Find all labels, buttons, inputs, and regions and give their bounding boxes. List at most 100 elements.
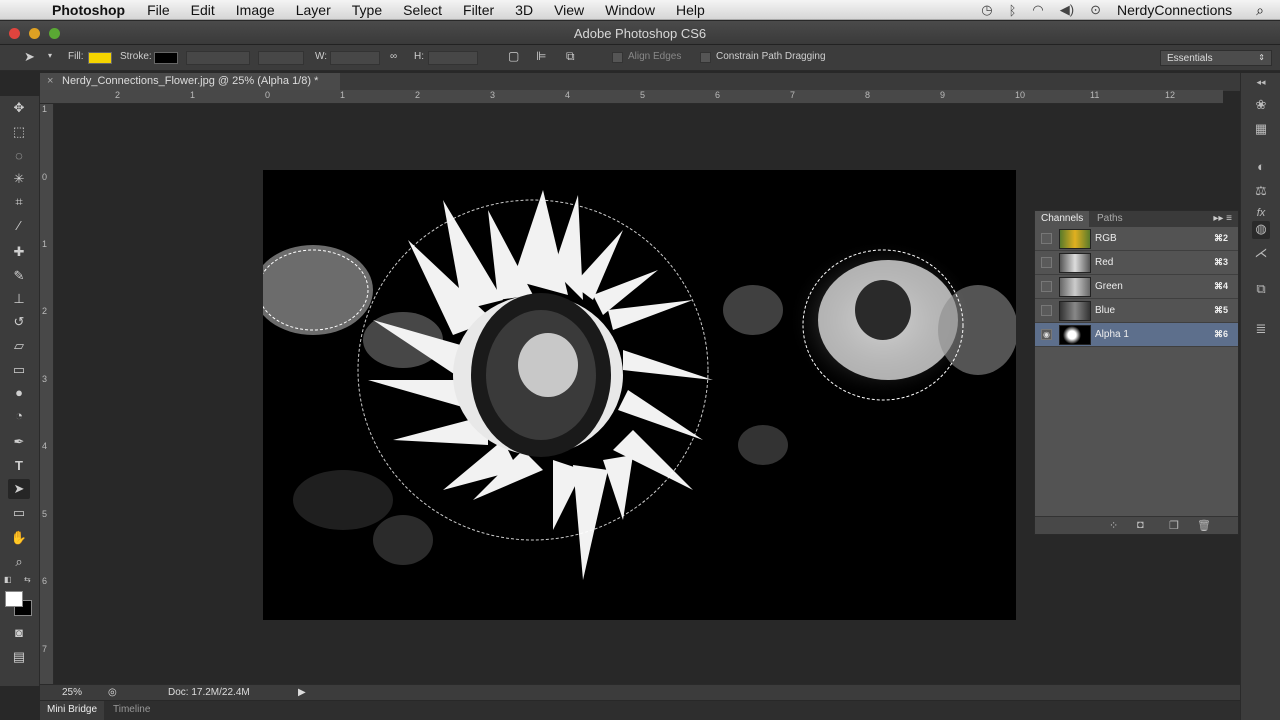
color-panel-icon[interactable]: ❀ [1252, 97, 1270, 115]
lasso-tool-icon[interactable]: ◌ [8, 146, 30, 166]
adjustments-panel-icon[interactable]: ◐ [1252, 159, 1270, 177]
rectangle-tool-icon[interactable]: ▭ [8, 503, 30, 523]
status-info-icon[interactable]: ◎ [108, 687, 117, 698]
app-menu[interactable]: Photoshop [52, 2, 125, 18]
time-machine-icon[interactable]: ◷ [981, 2, 992, 18]
menu-type[interactable]: Type [352, 2, 382, 18]
tab-paths[interactable]: Paths [1091, 211, 1129, 227]
width-field[interactable] [330, 51, 380, 65]
menu-window[interactable]: Window [605, 2, 655, 18]
visibility-toggle[interactable] [1041, 305, 1052, 316]
screen-mode-icon[interactable]: ▤ [8, 647, 30, 667]
stroke-swatch[interactable] [154, 52, 178, 64]
menu-image[interactable]: Image [236, 2, 275, 18]
volume-icon[interactable]: ◀) [1060, 2, 1074, 18]
eye-icon[interactable]: ◉ [1041, 329, 1052, 340]
swatches-panel-icon[interactable]: ▦ [1252, 121, 1270, 139]
collapse-dock-icon[interactable]: ◂◂ [1252, 77, 1270, 95]
path-selection-tool-icon[interactable]: ➤ [24, 49, 35, 65]
crop-tool-icon[interactable]: ⌗ [8, 192, 30, 212]
paths-panel-icon[interactable]: ⋌ [1252, 245, 1270, 263]
wifi-icon[interactable]: ◠ [1032, 2, 1043, 18]
channel-row-blue[interactable]: Blue ⌘5 [1035, 299, 1238, 323]
tab-timeline[interactable]: Timeline [106, 701, 157, 720]
stroke-width-field[interactable] [186, 51, 250, 65]
save-selection-icon[interactable]: ◘ [1137, 519, 1144, 531]
channel-row-alpha-1[interactable]: ◉ Alpha 1 ⌘6 [1035, 323, 1238, 347]
default-colors-icon[interactable]: ◧ [4, 575, 12, 584]
move-tool-icon[interactable]: ✥ [8, 98, 30, 118]
healing-brush-tool-icon[interactable]: ✚ [8, 242, 30, 262]
channel-row-green[interactable]: Green ⌘4 [1035, 275, 1238, 299]
type-tool-icon[interactable]: T [8, 456, 30, 476]
new-channel-icon[interactable]: ❐ [1169, 519, 1179, 532]
properties-panel-icon[interactable]: ≣ [1252, 321, 1270, 339]
tab-mini-bridge[interactable]: Mini Bridge [40, 701, 105, 720]
constrain-path-checkbox[interactable] [700, 52, 711, 63]
stroke-type-field[interactable] [258, 51, 304, 65]
menu-view[interactable]: View [554, 2, 584, 18]
layers-panel-icon[interactable]: ⧉ [1252, 281, 1270, 299]
height-label: H: [414, 51, 424, 62]
channel-shortcut: ⌘6 [1213, 329, 1228, 339]
channel-name: Blue [1095, 305, 1116, 316]
zoom-tool-icon[interactable]: ⌕ [8, 552, 30, 572]
menu-file[interactable]: File [147, 2, 170, 18]
spotlight-search-icon[interactable]: ⌕ [1256, 2, 1264, 19]
align-edges-checkbox[interactable] [612, 52, 623, 63]
quick-mask-icon[interactable]: ◙ [8, 623, 30, 643]
magic-wand-tool-icon[interactable]: ✳ [8, 169, 30, 189]
ruler-v-tick: 3 [42, 374, 48, 384]
status-menu-arrow-icon[interactable]: ▶ [298, 687, 306, 698]
panel-menu-icon[interactable]: ▸▸ ≡ [1213, 213, 1232, 224]
tab-channels[interactable]: Channels [1035, 211, 1090, 227]
document-tab[interactable]: × Nerdy_Connections_Flower.jpg @ 25% (Al… [40, 73, 340, 91]
pen-tool-icon[interactable]: ✒ [8, 432, 30, 452]
path-arrangement-icon[interactable]: ⧉ [566, 49, 575, 64]
dodge-tool-icon[interactable]: ◔ [8, 406, 30, 426]
close-document-icon[interactable]: × [47, 75, 53, 87]
document-canvas-alpha-channel[interactable] [263, 170, 1016, 620]
height-field[interactable] [428, 51, 478, 65]
user-menu[interactable]: NerdyConnections [1117, 2, 1232, 18]
zoom-level[interactable]: 25% [62, 687, 82, 698]
channels-panel-icon[interactable]: ◍ [1252, 221, 1270, 239]
horizontal-ruler[interactable]: 2 1 0 1 2 3 4 5 6 7 8 9 10 11 12 [40, 90, 1223, 104]
tool-preset-chevron-icon[interactable]: ▾ [48, 51, 52, 60]
delete-channel-icon[interactable]: 🗑 [1197, 519, 1211, 532]
hand-tool-icon[interactable]: ✋ [8, 528, 30, 548]
menu-3d[interactable]: 3D [515, 2, 533, 18]
ruler-v-tick: 1 [42, 104, 48, 114]
menu-edit[interactable]: Edit [191, 2, 215, 18]
workspace-switcher[interactable]: Essentials ⇕ [1160, 50, 1272, 66]
visibility-toggle[interactable] [1041, 233, 1052, 244]
clone-stamp-tool-icon[interactable]: ⊥ [8, 289, 30, 309]
menu-help[interactable]: Help [676, 2, 705, 18]
visibility-toggle[interactable] [1041, 281, 1052, 292]
link-dimensions-icon[interactable]: ∞ [390, 51, 397, 62]
visibility-toggle[interactable] [1041, 257, 1052, 268]
history-brush-tool-icon[interactable]: ↺ [8, 312, 30, 332]
foreground-color-swatch[interactable] [5, 591, 23, 607]
brush-tool-icon[interactable]: ✎ [8, 266, 30, 286]
load-selection-icon[interactable]: ⁘ [1109, 519, 1118, 532]
vertical-ruler[interactable]: 1 0 1 2 3 4 5 6 7 [40, 104, 54, 684]
bluetooth-icon[interactable]: ᛒ [1009, 3, 1017, 18]
channel-row-red[interactable]: Red ⌘3 [1035, 251, 1238, 275]
fill-swatch[interactable] [88, 52, 112, 64]
menu-select[interactable]: Select [403, 2, 442, 18]
sync-icon[interactable]: ⊙ [1090, 2, 1101, 18]
eraser-tool-icon[interactable]: ▱ [8, 336, 30, 356]
path-selection-tool-icon[interactable]: ➤ [8, 479, 30, 499]
channel-row-rgb[interactable]: RGB ⌘2 [1035, 227, 1238, 251]
menu-layer[interactable]: Layer [296, 2, 331, 18]
blur-tool-icon[interactable]: ● [8, 383, 30, 403]
gradient-tool-icon[interactable]: ▭ [8, 360, 30, 380]
swap-colors-icon[interactable]: ⇆ [24, 575, 31, 584]
styles-panel-icon[interactable]: ⚖ [1252, 183, 1270, 201]
path-alignment-icon[interactable]: ⊫ [536, 49, 546, 63]
marquee-tool-icon[interactable]: ⬚ [8, 122, 30, 142]
menu-filter[interactable]: Filter [463, 2, 494, 18]
eyedropper-tool-icon[interactable]: ⁄ [8, 216, 30, 236]
path-operations-icon[interactable]: ▢ [508, 49, 519, 63]
